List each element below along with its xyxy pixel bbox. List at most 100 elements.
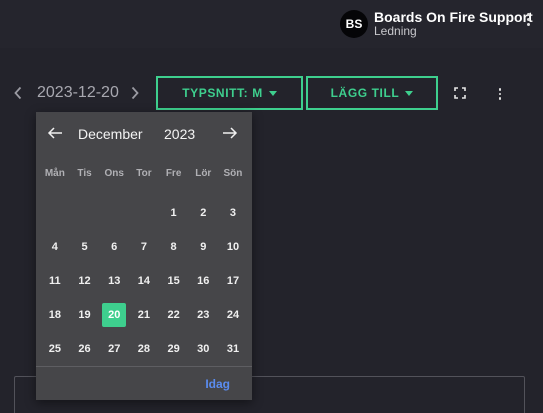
arrow-right-icon	[223, 127, 238, 139]
day-number: 21	[137, 309, 151, 321]
caret-down-icon	[405, 90, 414, 96]
day-cell[interactable]: 31	[218, 332, 248, 366]
day-cell[interactable]: 2	[188, 196, 218, 230]
empty-day-cell	[70, 196, 100, 230]
day-cell[interactable]: 21	[129, 298, 159, 332]
app-page: BS Boards On Fire Support Ledning 2023-1…	[0, 0, 543, 413]
more-vertical-icon	[522, 13, 534, 26]
day-number: 25	[48, 343, 61, 355]
weekday-label: Tor	[136, 168, 152, 179]
day-cell[interactable]: 27	[99, 332, 129, 366]
day-cell[interactable]: 6	[99, 230, 129, 264]
chevron-left-icon	[14, 86, 22, 100]
font-size-button[interactable]: TYPSNITT: M	[156, 76, 303, 110]
previous-date-button[interactable]	[11, 83, 25, 103]
toolbar-more-button[interactable]	[490, 84, 510, 104]
day-cell[interactable]: 24	[218, 298, 248, 332]
day-cell[interactable]: 22	[159, 298, 189, 332]
day-number: 17	[226, 275, 240, 287]
day-cell[interactable]: 10	[218, 230, 248, 264]
day-cell[interactable]: 3	[218, 196, 248, 230]
day-cell[interactable]: 30	[188, 332, 218, 366]
empty-day-cell	[99, 196, 129, 230]
add-button[interactable]: LÄGG TILL	[306, 76, 438, 110]
day-number: 1	[170, 207, 177, 219]
day-number: 13	[108, 275, 121, 287]
today-button[interactable]: Idag	[205, 377, 230, 391]
account-menu-button[interactable]	[522, 13, 534, 33]
day-number: 16	[197, 275, 210, 287]
day-cell[interactable]: 25	[40, 332, 70, 366]
day-number: 12	[78, 275, 91, 287]
day-cell[interactable]: 1	[159, 196, 189, 230]
more-vertical-icon	[498, 88, 502, 100]
day-number: 27	[108, 343, 121, 355]
year-label[interactable]: 2023	[164, 126, 195, 142]
day-cell[interactable]: 8	[159, 230, 189, 264]
day-number: 5	[81, 241, 88, 253]
day-number: 31	[226, 343, 240, 355]
organization-name[interactable]: Boards On Fire Support	[374, 9, 533, 25]
weekday-label: Tis	[77, 168, 92, 179]
day-number: 23	[197, 309, 210, 321]
date-picker: December 2023 Mån Tis Ons Tor Fre Lör Sön 1234…	[36, 112, 252, 400]
day-number: 19	[78, 309, 91, 321]
day-number: 26	[78, 343, 91, 355]
day-number: 4	[51, 241, 58, 253]
day-number: 3	[229, 207, 237, 219]
day-number: 29	[167, 343, 180, 355]
weekday-label: Lör	[195, 168, 212, 179]
day-cell[interactable]: 18	[40, 298, 70, 332]
next-month-button[interactable]	[222, 125, 238, 141]
day-cell[interactable]: 16	[188, 264, 218, 298]
weekday-label: Fre	[165, 168, 182, 179]
day-cell[interactable]: 7	[129, 230, 159, 264]
day-number: 11	[49, 275, 61, 287]
day-cell[interactable]: 13	[99, 264, 129, 298]
previous-month-button[interactable]	[47, 125, 63, 141]
day-number: 8	[170, 241, 177, 253]
day-number: 28	[137, 343, 151, 355]
day-number: 18	[48, 309, 61, 321]
empty-day-cell	[40, 196, 70, 230]
caret-down-icon	[268, 90, 277, 96]
day-cell-selected[interactable]: 20	[99, 298, 129, 332]
weekday-label: Sön	[223, 168, 243, 179]
fullscreen-icon	[454, 87, 466, 99]
day-cell[interactable]: 23	[188, 298, 218, 332]
font-size-label: TYPSNITT: M	[182, 86, 263, 100]
day-number: 6	[111, 241, 118, 253]
day-grid: 1 2 3 4 5 6 7 8 9 10 11 12 13 14 15 16 17 18 19 20 21 22 23 24 2…	[40, 196, 248, 366]
empty-day-cell	[129, 196, 159, 230]
add-label: LÄGG TILL	[330, 86, 400, 100]
day-cell[interactable]: 9	[188, 230, 218, 264]
next-date-button[interactable]	[128, 83, 142, 103]
day-cell[interactable]: 15	[159, 264, 189, 298]
day-number: 22	[167, 309, 180, 321]
day-cell[interactable]: 29	[159, 332, 189, 366]
weekday-header: Mån Tis Ons Tor Fre Lör Sön	[40, 168, 248, 179]
current-date[interactable]: 2023-12-20	[37, 84, 119, 102]
day-cell[interactable]: 28	[129, 332, 159, 366]
day-cell[interactable]: 5	[70, 230, 100, 264]
day-cell[interactable]: 11	[40, 264, 70, 298]
month-label[interactable]: December	[78, 126, 143, 142]
fullscreen-button[interactable]	[450, 83, 470, 103]
day-number: 9	[200, 241, 207, 253]
day-cell[interactable]: 17	[218, 264, 248, 298]
weekday-label: Ons	[104, 168, 124, 179]
arrow-left-icon	[47, 127, 62, 139]
divider	[36, 366, 252, 367]
day-cell[interactable]: 14	[129, 264, 159, 298]
day-number: 15	[167, 275, 180, 287]
day-number: 24	[226, 309, 240, 321]
day-cell[interactable]: 4	[40, 230, 70, 264]
day-cell[interactable]: 19	[70, 298, 100, 332]
day-cell[interactable]: 12	[70, 264, 100, 298]
avatar[interactable]: BS	[340, 10, 368, 38]
top-bar: BS Boards On Fire Support Ledning	[0, 0, 543, 48]
day-cell[interactable]: 26	[70, 332, 100, 366]
chevron-right-icon	[131, 86, 139, 100]
day-number: 10	[226, 241, 240, 253]
weekday-label: Mån	[44, 168, 65, 179]
